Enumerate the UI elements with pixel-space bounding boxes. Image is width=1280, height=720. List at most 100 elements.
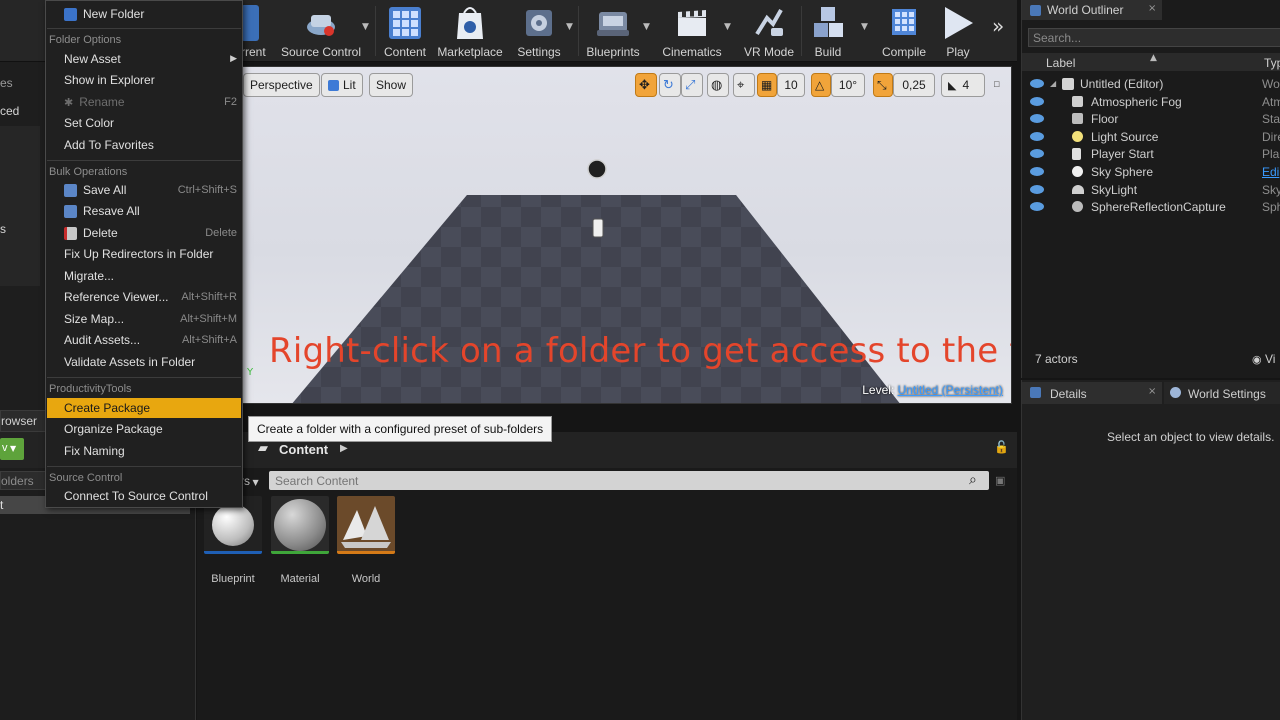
edit-blueprint-link[interactable]: Edi bbox=[1262, 165, 1279, 179]
blueprints-dropdown-icon[interactable]: ▼ bbox=[643, 22, 650, 32]
asset-tile-material[interactable]: Material bbox=[269, 496, 331, 585]
menu-fix-naming[interactable]: Fix Naming bbox=[47, 441, 241, 461]
outliner-row[interactable]: ◢ Untitled (Editor) Wor bbox=[1022, 75, 1280, 92]
scale-snap-value[interactable]: 0,25 bbox=[893, 73, 935, 97]
level-name-link[interactable]: Untitled (Persistent) bbox=[898, 383, 1003, 397]
menu-add-to-favorites[interactable]: Add To Favorites bbox=[47, 135, 241, 155]
asset-tile-world[interactable]: World bbox=[335, 496, 397, 585]
close-tab-icon[interactable]: × bbox=[1148, 3, 1156, 14]
lit-icon bbox=[328, 79, 339, 91]
toolbar-marketplace-button[interactable]: Marketplace bbox=[436, 0, 504, 62]
menu-rename[interactable]: ✱ Rename F2 bbox=[47, 92, 241, 112]
menu-resave-all[interactable]: Resave All bbox=[47, 201, 241, 221]
outliner-row[interactable]: SkyLight Sky bbox=[1022, 181, 1280, 198]
column-type-header[interactable]: Typ bbox=[1264, 56, 1280, 70]
content-search-input[interactable] bbox=[269, 471, 989, 490]
section-source-control: Source Control bbox=[49, 472, 123, 484]
menu-set-color[interactable]: Set Color bbox=[47, 113, 241, 133]
view-options-button[interactable]: ◉ Vi bbox=[1252, 352, 1275, 366]
menu-size-map[interactable]: Size Map... Alt+Shift+M bbox=[47, 309, 241, 329]
scale-tool-icon[interactable]: ⤢ bbox=[681, 73, 703, 97]
translate-tool-icon[interactable]: ✥ bbox=[635, 73, 657, 97]
menu-delete[interactable]: Delete Delete bbox=[47, 223, 241, 243]
outliner-row[interactable]: Sky Sphere Edi bbox=[1022, 163, 1280, 180]
outliner-row[interactable]: Floor Stat bbox=[1022, 110, 1280, 127]
toolbar-cinematics-button[interactable]: Cinematics bbox=[660, 0, 724, 62]
menu-show-in-explorer[interactable]: Show in Explorer bbox=[47, 70, 241, 90]
surface-snap-icon[interactable]: ⌖ bbox=[733, 73, 755, 97]
material-thumbnail bbox=[271, 496, 329, 554]
menu-migrate[interactable]: Migrate... bbox=[47, 266, 241, 286]
breadcrumb-arrow-icon[interactable]: ▶ bbox=[340, 443, 348, 454]
maximize-viewport-icon[interactable]: ▫ bbox=[993, 77, 1000, 90]
menu-create-package[interactable]: Create Package bbox=[47, 398, 241, 418]
rotate-tool-icon[interactable]: ↻ bbox=[659, 73, 681, 97]
outliner-row[interactable]: Light Source Dire bbox=[1022, 128, 1280, 145]
grid-snap-value[interactable]: 10 bbox=[777, 73, 805, 97]
show-button[interactable]: Show bbox=[369, 73, 414, 97]
menu-reference-viewer[interactable]: Reference Viewer... Alt+Shift+R bbox=[47, 287, 241, 307]
world-local-icon[interactable]: ◍ bbox=[707, 73, 729, 97]
menu-fix-up-redirectors[interactable]: Fix Up Redirectors in Folder bbox=[47, 244, 241, 264]
lock-icon[interactable]: 🔓 bbox=[994, 440, 1009, 454]
collapse-arrow-icon[interactable]: ◢ bbox=[1050, 79, 1056, 88]
visibility-eye-icon[interactable] bbox=[1030, 97, 1044, 106]
build-dropdown-icon[interactable]: ▼ bbox=[861, 22, 868, 32]
level-viewport[interactable]: Perspective Lit Show ✥ ↻ ⤢ ◍ ⌖ ▦ 10 △ 10… bbox=[240, 66, 1012, 404]
menu-organize-package[interactable]: Organize Package bbox=[47, 419, 241, 439]
visibility-eye-icon[interactable] bbox=[1030, 79, 1044, 88]
cinematics-dropdown-icon[interactable]: ▼ bbox=[724, 22, 731, 32]
menu-new-asset[interactable]: New Asset ▶ bbox=[47, 49, 241, 69]
modes-item-fragment[interactable]: s bbox=[0, 222, 6, 236]
toolbar-build-button[interactable]: Build bbox=[808, 0, 848, 62]
visibility-eye-icon[interactable] bbox=[1030, 167, 1044, 176]
rotation-snap-value[interactable]: 10° bbox=[831, 73, 865, 97]
toolbar-settings-button[interactable]: Settings bbox=[514, 0, 564, 62]
rotation-snap-icon[interactable]: △ bbox=[811, 73, 831, 97]
menu-audit-assets[interactable]: Audit Assets... Alt+Shift+A bbox=[47, 330, 241, 350]
outliner-row[interactable]: Player Start Pla bbox=[1022, 145, 1280, 162]
toolbar-more-icon[interactable]: » bbox=[992, 14, 1004, 38]
toolbar-blueprints-button[interactable]: Blueprints bbox=[584, 0, 642, 62]
modes-tab-fragment[interactable]: es bbox=[0, 76, 13, 90]
toolbar-play-button[interactable]: Play bbox=[938, 0, 978, 62]
toolbar-content-button[interactable]: Content bbox=[382, 0, 428, 62]
source-control-dropdown-icon[interactable]: ▼ bbox=[362, 22, 369, 32]
settings-dropdown-icon[interactable]: ▼ bbox=[566, 22, 573, 32]
asset-tile-blueprint[interactable]: Blueprint bbox=[202, 496, 264, 585]
visibility-eye-icon[interactable] bbox=[1030, 149, 1044, 158]
visibility-eye-icon[interactable] bbox=[1030, 132, 1044, 141]
outliner-search-input[interactable]: Search... bbox=[1028, 28, 1280, 47]
column-label-header[interactable]: Label bbox=[1046, 56, 1075, 70]
menu-connect-to-source-control[interactable]: Connect To Source Control bbox=[47, 486, 241, 506]
grid-snap-icon[interactable]: ▦ bbox=[757, 73, 777, 97]
player-start-icon bbox=[1072, 147, 1081, 160]
details-tab[interactable]: Details × bbox=[1022, 382, 1162, 404]
lit-mode-button[interactable]: Lit bbox=[321, 73, 363, 97]
add-new-button[interactable]: v ▼ bbox=[0, 438, 24, 460]
save-search-icon[interactable]: ▣ bbox=[995, 474, 1005, 487]
menu-save-all[interactable]: Save All Ctrl+Shift+S bbox=[47, 180, 241, 200]
perspective-button[interactable]: Perspective bbox=[243, 73, 320, 97]
actor-count: 7 actors bbox=[1035, 352, 1078, 366]
place-tab-fragment[interactable]: ced bbox=[0, 104, 19, 118]
close-tab-icon[interactable]: × bbox=[1148, 386, 1156, 397]
skylight-icon bbox=[1072, 185, 1084, 194]
menu-validate-assets[interactable]: Validate Assets in Folder bbox=[47, 352, 241, 372]
menu-new-folder[interactable]: New Folder bbox=[47, 4, 241, 24]
toolbar-compile-button[interactable]: Compile bbox=[879, 0, 929, 62]
rename-icon: ✱ bbox=[64, 95, 74, 109]
details-panel: Details × World Settings Select an objec… bbox=[1021, 380, 1280, 720]
camera-speed-button[interactable]: ◣ 4 bbox=[941, 73, 985, 97]
outliner-row[interactable]: SphereReflectionCapture Sph bbox=[1022, 198, 1280, 215]
world-settings-tab[interactable]: World Settings bbox=[1164, 382, 1280, 404]
outliner-row[interactable]: Atmospheric Fog Atm bbox=[1022, 93, 1280, 110]
path-breadcrumb-content[interactable]: Content bbox=[279, 442, 328, 457]
visibility-eye-icon[interactable] bbox=[1030, 202, 1044, 211]
toolbar-vr-mode-button[interactable]: VR Mode bbox=[742, 0, 796, 62]
visibility-eye-icon[interactable] bbox=[1030, 185, 1044, 194]
toolbar-source-control-button[interactable]: Source Control bbox=[281, 0, 361, 62]
scale-snap-icon[interactable]: ⤡ bbox=[873, 73, 893, 97]
visibility-eye-icon[interactable] bbox=[1030, 114, 1044, 123]
search-icon[interactable]: ⌕ bbox=[969, 472, 977, 488]
